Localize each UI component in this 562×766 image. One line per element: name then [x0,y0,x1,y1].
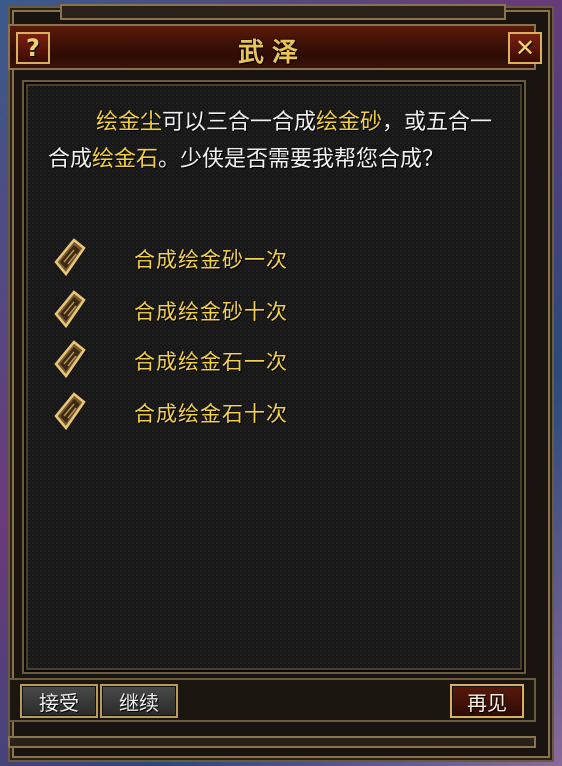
scroll-icon [50,288,90,334]
goodbye-button[interactable]: 再见 [450,684,524,718]
dialog-content: 绘金尘可以三合一合成绘金砂，或五合一合成绘金石。少侠是否需要我帮您合成？ 合成绘… [22,80,526,674]
option-item[interactable]: 合成绘金砂一次 [50,236,350,282]
npc-message: 绘金尘可以三合一合成绘金砂，或五合一合成绘金石。少侠是否需要我帮您合成？ [48,104,508,178]
option-item[interactable]: 合成绘金石十次 [50,390,350,436]
close-icon: ✕ [514,34,536,62]
scroll-icon [50,236,90,282]
accept-button[interactable]: 接受 [20,684,98,718]
help-button[interactable]: ? [16,32,50,64]
item-name-dust: 绘金尘 [96,110,163,135]
continue-button[interactable]: 继续 [100,684,178,718]
dialog-title: 武泽 [237,38,306,68]
option-label: 合成绘金石十次 [134,402,288,426]
option-label: 合成绘金砂一次 [134,248,288,272]
option-item[interactable]: 合成绘金石一次 [50,338,350,384]
scroll-icon [50,338,90,384]
frame-bottom-ornament [8,736,536,748]
frame-top-ornament [60,4,506,20]
option-label: 合成绘金砂十次 [134,300,288,324]
option-label: 合成绘金石一次 [134,350,288,374]
message-text: 可以三合一合成 [162,110,317,135]
close-button[interactable]: ✕ [508,32,542,64]
scroll-icon [50,390,90,436]
option-item[interactable]: 合成绘金砂十次 [50,288,350,334]
item-name-sand: 绘金砂 [316,110,383,135]
title-bar[interactable]: 武泽 [8,24,536,70]
item-name-stone: 绘金石 [92,147,159,172]
message-text: 。少侠是否需要我帮您合成？ [158,147,445,172]
question-icon: ? [26,34,40,62]
